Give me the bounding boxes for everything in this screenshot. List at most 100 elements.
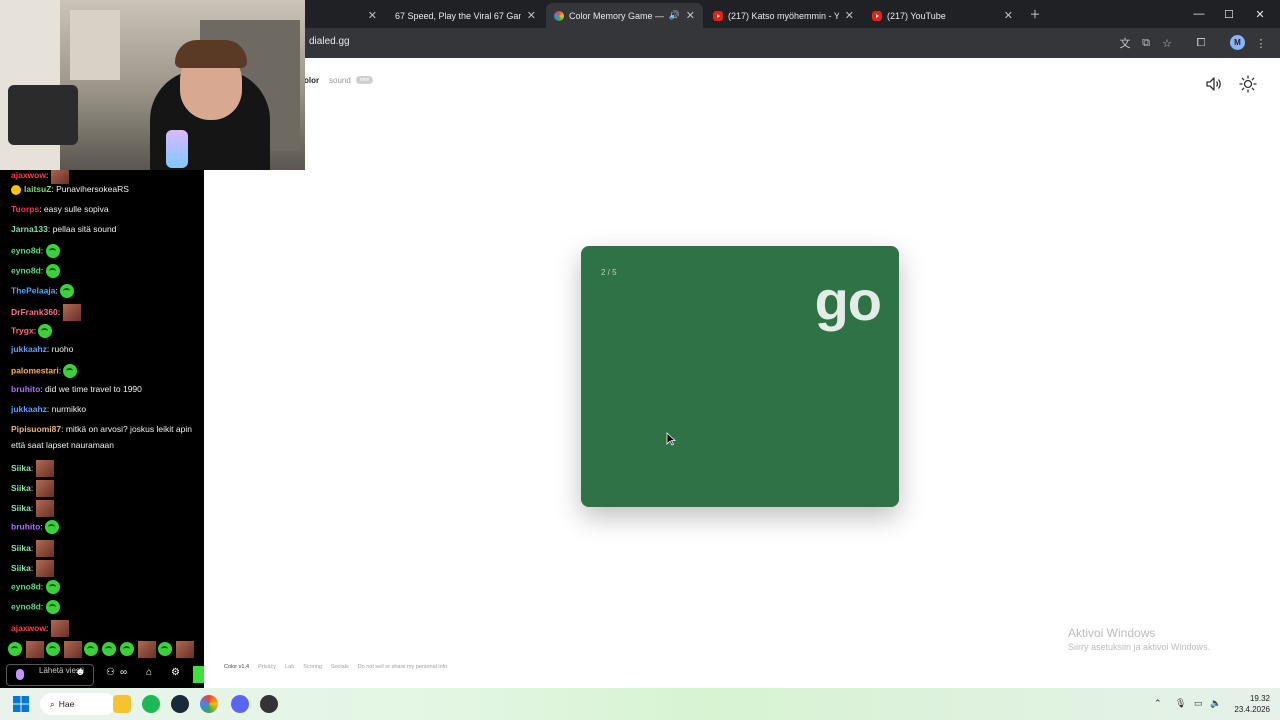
- chat-username[interactable]: laitsuZ: [24, 184, 51, 194]
- chat-message: laitsuZ: PunavihersokeaRS: [11, 184, 129, 195]
- chat-username[interactable]: eyno8d: [11, 245, 41, 255]
- mic-tray-icon[interactable]: 🎙: [1175, 698, 1186, 709]
- chat-text: ruoho: [51, 344, 74, 354]
- emote-icon[interactable]: [64, 641, 82, 658]
- discord-icon[interactable]: [231, 695, 249, 713]
- emote-icon: [45, 580, 60, 594]
- footer-link-privacy-choices[interactable]: Do not sell or share my personal info: [358, 664, 448, 670]
- emote-icon[interactable]: [158, 642, 172, 656]
- chat-username[interactable]: bruhito: [11, 384, 40, 394]
- nav-sound-link[interactable]: sound: [329, 76, 351, 85]
- emote-icon: [60, 284, 75, 298]
- footer-link-privacy[interactable]: Privacy: [258, 664, 276, 670]
- chat-username[interactable]: ThePelaaja: [11, 285, 55, 295]
- send-button[interactable]: [193, 666, 204, 683]
- theme-toggle-icon[interactable]: [1238, 74, 1258, 94]
- chat-username[interactable]: eyno8d: [11, 581, 41, 591]
- close-icon[interactable]: ✕: [845, 9, 854, 22]
- infinity-icon[interactable]: ∞: [120, 667, 127, 678]
- close-icon[interactable]: ✕: [1004, 9, 1013, 22]
- chat-username[interactable]: jukkaahz: [11, 404, 47, 414]
- profile-avatar[interactable]: M: [1230, 35, 1245, 50]
- spotify-icon[interactable]: [142, 695, 160, 713]
- mic-icon[interactable]: [16, 669, 24, 680]
- window-close-icon[interactable]: ✕: [1245, 0, 1275, 28]
- menu-icon[interactable]: ⋮: [1252, 34, 1270, 52]
- chat-username[interactable]: Siika: [11, 543, 31, 553]
- emoji-icon[interactable]: ☻: [75, 667, 86, 678]
- steam-icon[interactable]: [171, 695, 189, 713]
- chat-username[interactable]: Tuorps: [11, 204, 39, 214]
- chat-text: easy sulle sopiva: [43, 204, 109, 214]
- chat-username[interactable]: eyno8d: [11, 265, 41, 275]
- volume-tray-icon[interactable]: 🔈: [1210, 698, 1221, 709]
- nav-color-link[interactable]: olor: [304, 76, 319, 85]
- emote-icon: [35, 540, 54, 557]
- footer-link-socials[interactable]: Socials: [331, 664, 349, 670]
- emote-icon[interactable]: [84, 642, 98, 656]
- chat-username[interactable]: Siika: [11, 463, 31, 473]
- emote-icon[interactable]: [8, 642, 22, 656]
- chat-username[interactable]: bruhito: [11, 521, 40, 531]
- emote-icon[interactable]: [120, 642, 134, 656]
- chat-message: palomestari:: [11, 364, 78, 378]
- chrome-icon[interactable]: [200, 695, 218, 713]
- emote-icon[interactable]: [46, 642, 60, 656]
- maximize-icon[interactable]: ☐: [1214, 0, 1244, 28]
- emote-icon[interactable]: [138, 641, 156, 658]
- chat-username[interactable]: Trygx: [11, 325, 34, 335]
- taskbar-search[interactable]: ⌕ Hae: [40, 693, 116, 715]
- obs-icon[interactable]: [260, 695, 278, 713]
- close-icon[interactable]: ✕: [527, 9, 536, 22]
- chat-username[interactable]: Jarna133: [11, 224, 48, 234]
- close-icon[interactable]: ✕: [686, 9, 695, 22]
- footer-link-scoring[interactable]: Scoring: [303, 664, 322, 670]
- volume-icon[interactable]: [1204, 74, 1224, 94]
- chat-message: bruhito: did we time travel to 1990: [11, 384, 142, 394]
- chat-message: bruhito:: [11, 520, 60, 534]
- chat-username[interactable]: DrFrank360: [11, 307, 58, 317]
- emote-image: [50, 170, 69, 184]
- tab-1[interactable]: 67 Speed, Play the Viral 67 Gam ✕: [387, 3, 544, 28]
- chat-username[interactable]: ajaxwow: [11, 623, 46, 633]
- chat-username[interactable]: Siika: [11, 503, 31, 513]
- emote-icon: [35, 460, 54, 477]
- chat-username[interactable]: palomestari: [11, 365, 59, 375]
- footer: Color v1.4 Privacy Lab Scoring Socials D…: [224, 664, 447, 670]
- chat-text: että saat lapset nauramaan: [11, 440, 115, 450]
- new-tab-button[interactable]: ＋: [1020, 0, 1050, 28]
- star-icon[interactable]: ☆: [1158, 34, 1176, 52]
- store-icon[interactable]: ⌂: [146, 667, 152, 678]
- chat-username[interactable]: Siika: [11, 563, 31, 573]
- emote-icon[interactable]: [102, 642, 116, 656]
- speaker-icon[interactable]: 🔊: [669, 10, 680, 21]
- gear-icon[interactable]: ⚙: [171, 667, 180, 678]
- minimize-icon[interactable]: —: [1184, 0, 1214, 28]
- file-explorer-icon[interactable]: [113, 695, 131, 713]
- footer-link-lab[interactable]: Lab: [285, 664, 294, 670]
- close-icon[interactable]: ✕: [368, 9, 377, 22]
- emote-icon: [62, 304, 81, 321]
- chat-username[interactable]: eyno8d: [11, 601, 41, 611]
- tab-0[interactable]: ✕: [305, 3, 385, 28]
- windows-start-icon[interactable]: [13, 696, 29, 712]
- tray-chevron-icon[interactable]: ⌃: [1154, 698, 1162, 709]
- network-icon[interactable]: ▭: [1194, 698, 1203, 709]
- emote-icon: [50, 620, 69, 637]
- chat-username[interactable]: jukkaahz: [11, 344, 47, 354]
- chat-username[interactable]: Siika: [11, 483, 31, 493]
- address-bar[interactable]: dialed.gg: [309, 36, 350, 47]
- extensions-icon[interactable]: ⧠: [1192, 34, 1210, 52]
- emote-icon[interactable]: [26, 641, 44, 658]
- emote-icon[interactable]: [176, 641, 194, 658]
- emote-icon: [45, 264, 60, 278]
- translate-icon[interactable]: 文: [1116, 34, 1134, 52]
- color-card[interactable]: 2 / 5 go: [581, 246, 899, 507]
- system-clock[interactable]: 19.32 23.4.2026: [1228, 693, 1270, 715]
- share-icon[interactable]: ⚇: [106, 667, 115, 678]
- cast-icon[interactable]: ⧉: [1137, 34, 1155, 52]
- tab-4[interactable]: (217) YouTube ✕: [864, 3, 1021, 28]
- tab-3[interactable]: (217) Katso myöhemmin - YouT ✕: [705, 3, 862, 28]
- tab-2-active[interactable]: Color Memory Game — Ho 🔊 ✕: [546, 3, 703, 28]
- chat-username[interactable]: Pipisuomi87: [11, 424, 61, 434]
